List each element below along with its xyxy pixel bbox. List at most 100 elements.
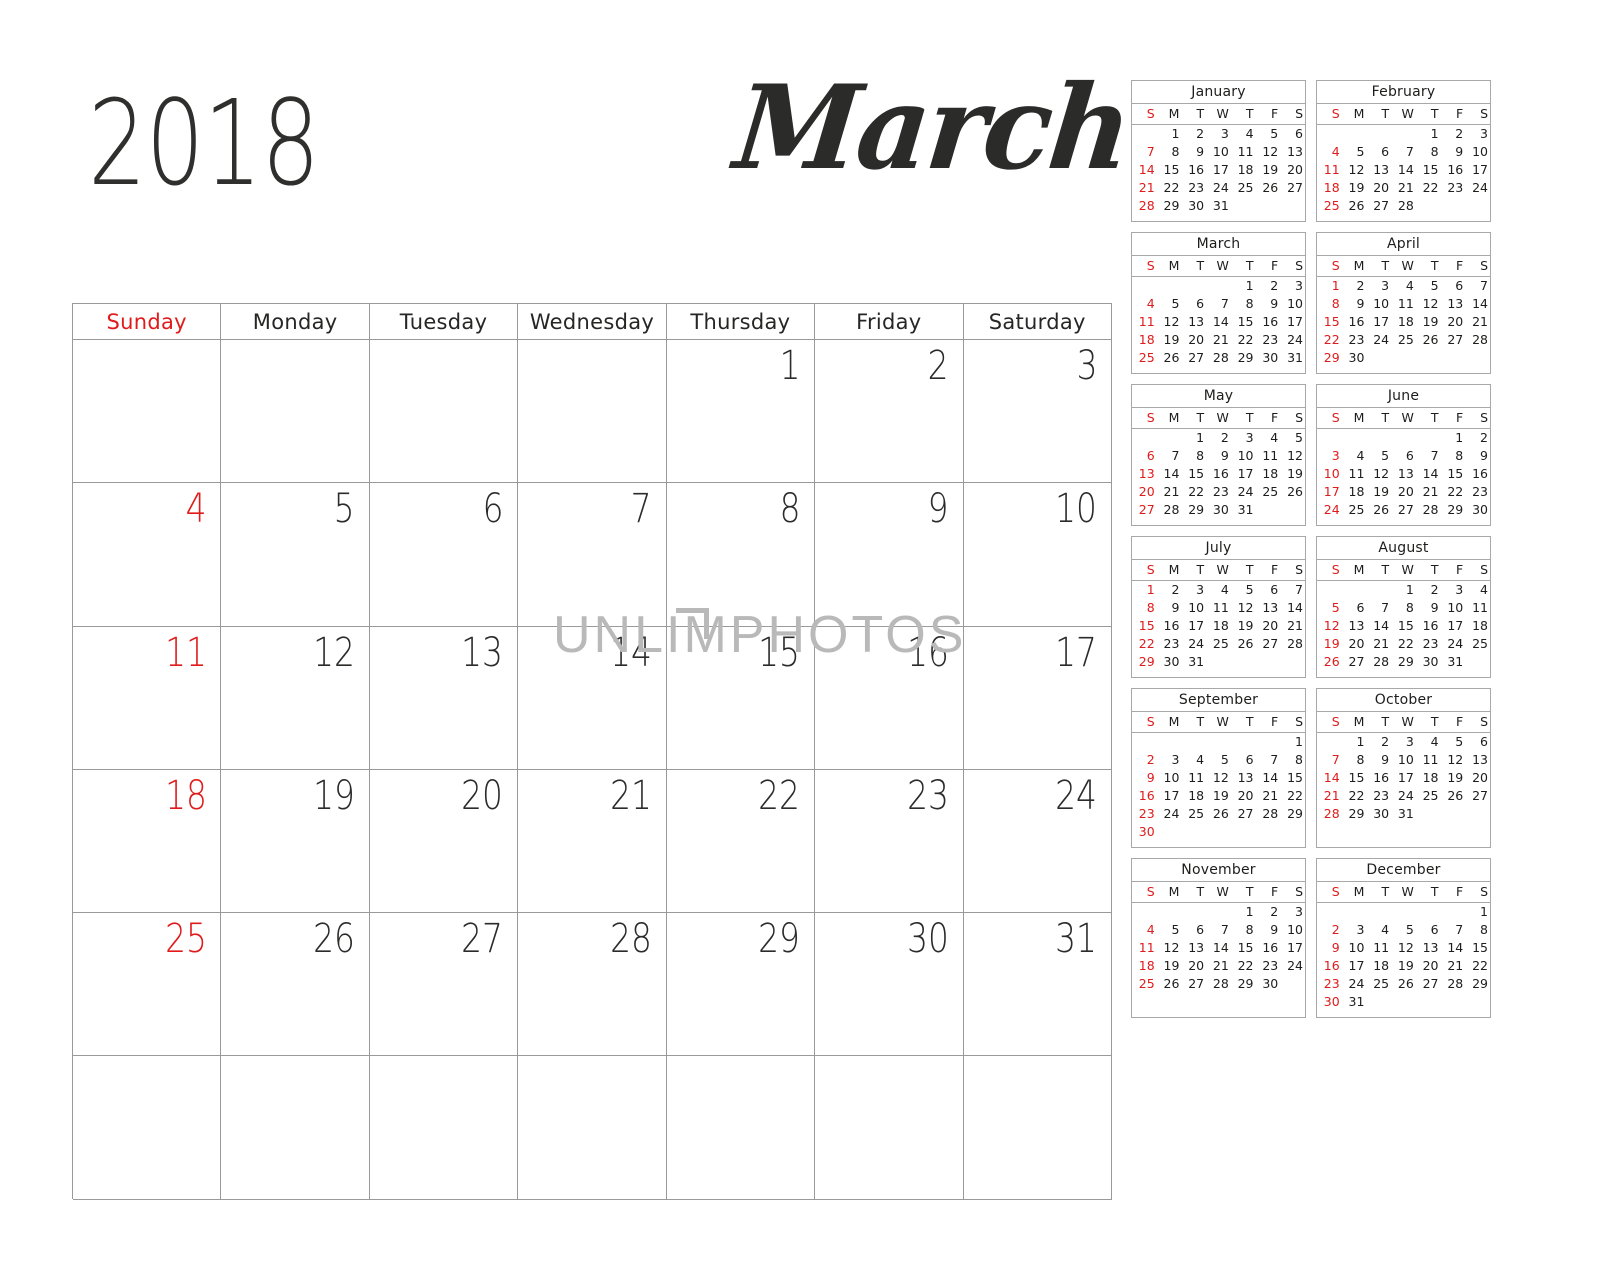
mini-day-cell[interactable]: 28 (1317, 805, 1342, 823)
mini-day-cell[interactable]: 10 (1181, 599, 1206, 617)
mini-day-cell[interactable]: 26 (1206, 805, 1231, 823)
day-cell[interactable]: 6 (369, 483, 519, 627)
mini-day-cell[interactable]: 23 (1366, 787, 1391, 805)
mini-day-cell[interactable]: 24 (1366, 331, 1391, 349)
mini-day-cell[interactable]: 14 (1157, 465, 1182, 483)
mini-day-cell[interactable]: 25 (1132, 975, 1157, 993)
day-cell[interactable]: 23 (815, 769, 964, 914)
mini-day-cell[interactable]: 19 (1342, 179, 1367, 197)
mini-day-cell[interactable]: 27 (1416, 975, 1441, 993)
mini-day-cell[interactable]: 13 (1465, 751, 1490, 769)
mini-day-cell[interactable]: 30 (1256, 975, 1281, 993)
mini-day-cell[interactable]: 4 (1317, 143, 1342, 161)
day-cell[interactable]: 21 (518, 769, 667, 914)
mini-day-cell[interactable]: 30 (1256, 349, 1281, 367)
mini-day-cell[interactable]: 25 (1256, 483, 1281, 501)
mini-day-cell[interactable]: 13 (1441, 295, 1466, 313)
mini-day-cell[interactable]: 18 (1132, 331, 1157, 349)
mini-day-cell[interactable]: 18 (1465, 617, 1490, 635)
mini-day-cell[interactable]: 25 (1366, 975, 1391, 993)
mini-day-cell[interactable]: 2 (1181, 125, 1206, 144)
mini-day-cell[interactable]: 29 (1391, 653, 1416, 671)
mini-day-cell[interactable]: 18 (1206, 617, 1231, 635)
mini-day-cell[interactable]: 18 (1181, 787, 1206, 805)
mini-day-cell[interactable]: 12 (1366, 465, 1391, 483)
mini-day-cell[interactable]: 13 (1366, 161, 1391, 179)
mini-day-cell[interactable]: 8 (1342, 751, 1367, 769)
mini-day-cell[interactable]: 21 (1206, 957, 1231, 975)
mini-day-cell[interactable]: 7 (1256, 751, 1281, 769)
mini-day-cell[interactable]: 19 (1206, 787, 1231, 805)
mini-day-cell[interactable]: 13 (1231, 769, 1256, 787)
mini-day-cell[interactable]: 24 (1206, 179, 1231, 197)
mini-day-cell[interactable]: 21 (1391, 179, 1416, 197)
mini-day-cell[interactable]: 14 (1465, 295, 1490, 313)
mini-day-cell[interactable]: 7 (1206, 295, 1231, 313)
mini-day-cell[interactable]: 23 (1465, 483, 1490, 501)
mini-day-cell[interactable]: 11 (1366, 939, 1391, 957)
mini-day-cell[interactable]: 18 (1231, 161, 1256, 179)
mini-day-cell[interactable]: 11 (1231, 143, 1256, 161)
mini-calendar-november[interactable]: November S M T W T F S 1 2 3 4 5 6 7 8 9 10 11 12 13 14 15 16 1… (1131, 858, 1306, 1018)
day-cell-empty[interactable] (518, 1056, 667, 1200)
mini-day-cell[interactable]: 27 (1181, 349, 1206, 367)
mini-day-cell[interactable]: 1 (1342, 733, 1367, 752)
mini-day-cell[interactable]: 24 (1465, 179, 1490, 197)
mini-day-cell[interactable]: 24 (1391, 787, 1416, 805)
mini-day-cell[interactable]: 25 (1317, 197, 1342, 215)
mini-day-cell[interactable]: 13 (1391, 465, 1416, 483)
mini-day-cell[interactable]: 12 (1391, 939, 1416, 957)
mini-day-cell[interactable]: 12 (1231, 599, 1256, 617)
mini-day-cell[interactable]: 17 (1206, 161, 1231, 179)
mini-day-cell[interactable]: 7 (1132, 143, 1157, 161)
mini-day-cell[interactable]: 4 (1132, 295, 1157, 313)
mini-day-cell[interactable]: 19 (1416, 313, 1441, 331)
mini-day-cell[interactable]: 9 (1465, 447, 1490, 465)
mini-day-cell[interactable]: 5 (1441, 733, 1466, 752)
mini-day-cell[interactable]: 16 (1317, 957, 1342, 975)
mini-day-cell[interactable]: 15 (1280, 769, 1305, 787)
mini-day-cell[interactable]: 31 (1342, 993, 1367, 1011)
mini-day-cell[interactable]: 19 (1157, 957, 1182, 975)
mini-calendar-august[interactable]: August S M T W T F S 1 2 3 4 5 6 7 8 9 10 11 12 13 14 15 16 17 1… (1316, 536, 1491, 678)
day-cell-empty[interactable] (815, 1056, 964, 1200)
mini-day-cell[interactable]: 18 (1317, 179, 1342, 197)
mini-day-cell[interactable]: 5 (1342, 143, 1367, 161)
mini-day-cell[interactable]: 6 (1366, 143, 1391, 161)
mini-day-cell[interactable]: 29 (1280, 805, 1305, 823)
mini-day-cell[interactable]: 6 (1416, 921, 1441, 939)
mini-day-cell[interactable]: 28 (1391, 197, 1416, 215)
mini-day-cell[interactable]: 22 (1342, 787, 1367, 805)
mini-day-cell[interactable]: 27 (1391, 501, 1416, 519)
mini-day-cell[interactable]: 25 (1206, 635, 1231, 653)
mini-day-cell[interactable]: 31 (1441, 653, 1466, 671)
mini-day-cell[interactable]: 21 (1206, 331, 1231, 349)
mini-day-cell[interactable]: 25 (1181, 805, 1206, 823)
mini-day-cell[interactable]: 7 (1317, 751, 1342, 769)
mini-day-cell[interactable]: 28 (1256, 805, 1281, 823)
mini-day-cell[interactable]: 27 (1342, 653, 1367, 671)
mini-day-cell[interactable]: 30 (1157, 653, 1182, 671)
mini-day-cell[interactable]: 7 (1416, 447, 1441, 465)
mini-day-cell[interactable]: 5 (1317, 599, 1342, 617)
mini-day-cell[interactable]: 17 (1280, 939, 1305, 957)
mini-day-cell[interactable]: 22 (1465, 957, 1490, 975)
mini-day-cell[interactable]: 17 (1280, 313, 1305, 331)
mini-day-cell[interactable]: 19 (1280, 465, 1305, 483)
mini-day-cell[interactable]: 30 (1416, 653, 1441, 671)
mini-day-cell[interactable]: 31 (1181, 653, 1206, 671)
mini-day-cell[interactable]: 16 (1132, 787, 1157, 805)
mini-day-cell[interactable]: 19 (1157, 331, 1182, 349)
mini-day-cell[interactable]: 7 (1366, 599, 1391, 617)
mini-day-cell[interactable]: 2 (1366, 733, 1391, 752)
mini-day-cell[interactable]: 21 (1416, 483, 1441, 501)
mini-day-cell[interactable]: 17 (1317, 483, 1342, 501)
mini-day-cell[interactable]: 26 (1256, 179, 1281, 197)
mini-day-cell[interactable]: 11 (1465, 599, 1490, 617)
mini-day-cell[interactable]: 8 (1441, 447, 1466, 465)
mini-day-cell[interactable]: 14 (1132, 161, 1157, 179)
mini-day-cell[interactable]: 11 (1132, 939, 1157, 957)
day-cell-empty[interactable] (73, 1056, 222, 1200)
mini-day-cell[interactable]: 5 (1157, 295, 1182, 313)
mini-day-cell[interactable]: 8 (1231, 921, 1256, 939)
